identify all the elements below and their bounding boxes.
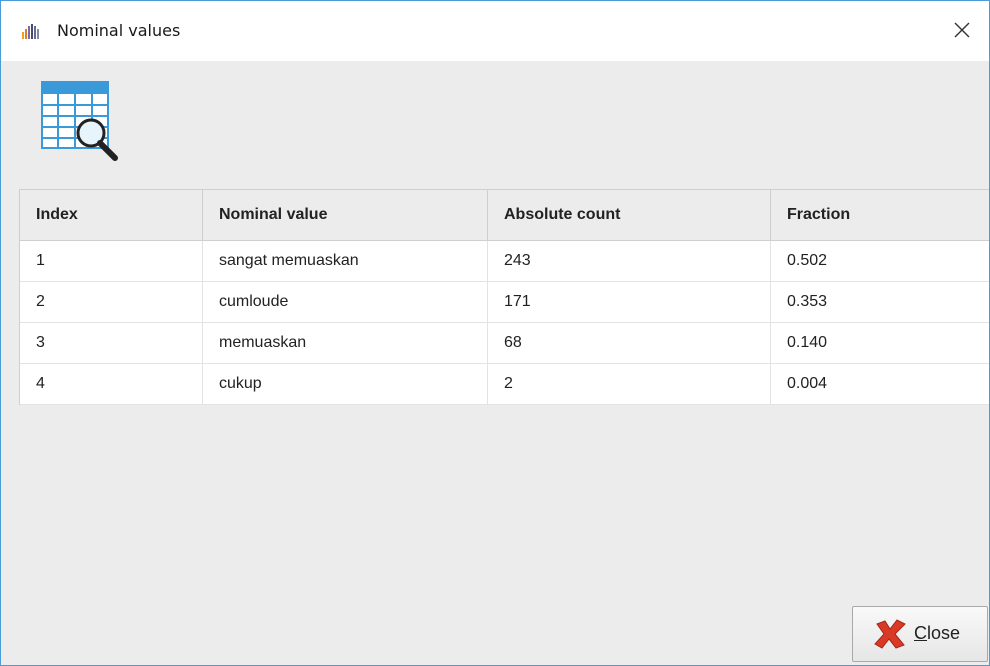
window-title: Nominal values <box>57 21 181 40</box>
table-search-icon <box>41 81 118 161</box>
cell-absolute-count: 243 <box>487 240 771 282</box>
cell-nominal-value: cumloude <box>202 281 488 323</box>
close-button-label-rest: lose <box>927 623 961 643</box>
table-row[interactable]: 4 cukup 2 0.004 <box>20 363 989 405</box>
cell-absolute-count: 68 <box>487 322 771 364</box>
red-x-icon <box>874 619 906 649</box>
column-header-index[interactable]: Index <box>20 190 203 241</box>
cell-absolute-count: 2 <box>487 363 771 405</box>
cell-index: 1 <box>20 240 203 282</box>
cell-index: 2 <box>20 281 203 323</box>
column-header-absolute-count[interactable]: Absolute count <box>487 190 771 241</box>
cell-nominal-value: cukup <box>202 363 488 405</box>
cell-index: 4 <box>20 363 203 405</box>
cell-fraction: 0.502 <box>770 240 989 282</box>
close-button-mnemonic: C <box>914 623 927 643</box>
table-row[interactable]: 2 cumloude 171 0.353 <box>20 281 989 323</box>
close-button[interactable]: Close <box>852 606 988 662</box>
table-row[interactable]: 1 sangat memuaskan 243 0.502 <box>20 240 989 282</box>
cell-index: 3 <box>20 322 203 364</box>
cell-absolute-count: 171 <box>487 281 771 323</box>
nominal-values-table: Index Nominal value Absolute count Fract… <box>19 189 989 405</box>
cell-fraction: 0.140 <box>770 322 989 364</box>
app-logo-icon <box>22 24 39 39</box>
column-header-fraction[interactable]: Fraction <box>770 190 989 241</box>
cell-nominal-value: sangat memuaskan <box>202 240 488 282</box>
nominal-values-dialog: Nominal values Index Nominal value Absol… <box>0 0 990 666</box>
cell-fraction: 0.004 <box>770 363 989 405</box>
cell-fraction: 0.353 <box>770 281 989 323</box>
close-icon[interactable] <box>951 19 973 41</box>
table-row[interactable]: 3 memuaskan 68 0.140 <box>20 322 989 364</box>
table-header-row: Index Nominal value Absolute count Fract… <box>20 190 989 241</box>
close-button-label: Close <box>914 623 960 644</box>
column-header-nominal-value[interactable]: Nominal value <box>202 190 488 241</box>
cell-nominal-value: memuaskan <box>202 322 488 364</box>
title-bar: Nominal values <box>1 1 989 61</box>
